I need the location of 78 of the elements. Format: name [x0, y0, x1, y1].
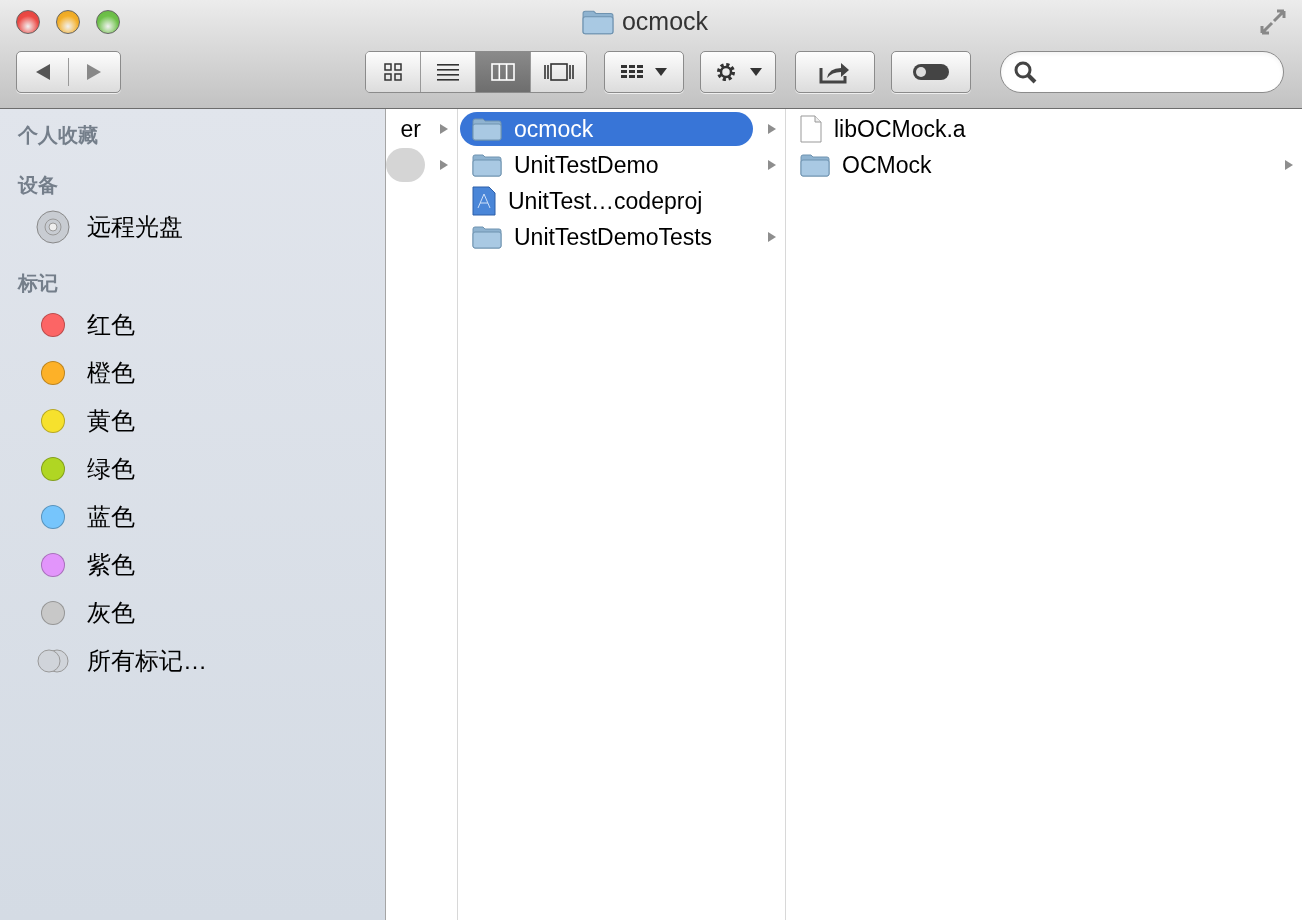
disclosure-triangle-icon[interactable] — [767, 231, 777, 243]
grid-icon — [621, 65, 643, 79]
view-mode-button[interactable] — [421, 52, 476, 92]
sidebar-item-label: 红色 — [87, 310, 135, 340]
sidebar-heading: 设备 — [18, 173, 59, 198]
toggle-icon — [912, 63, 950, 81]
share-icon — [819, 60, 851, 84]
view-mode-control[interactable] — [365, 51, 587, 93]
back-arrow-icon[interactable] — [34, 63, 52, 81]
search-field[interactable] — [1000, 51, 1284, 93]
file-name: UnitTestDemo — [514, 150, 659, 180]
disclosure-triangle-icon[interactable] — [439, 159, 449, 171]
sidebar-item-label: 蓝色 — [87, 502, 135, 532]
folder-icon — [581, 9, 614, 35]
sidebar-item-label: 远程光盘 — [87, 212, 183, 242]
caret-icon — [750, 68, 762, 76]
sidebar-item[interactable]: 绿色 — [18, 445, 385, 493]
zoom-button[interactable] — [96, 10, 120, 34]
sidebar-item[interactable]: 黄色 — [18, 397, 385, 445]
blueprint-document-icon — [472, 186, 496, 216]
sidebar-item-label: 所有标记… — [87, 646, 207, 676]
close-button[interactable] — [16, 10, 40, 34]
sidebar-item[interactable]: 所有标记… — [18, 637, 385, 685]
sidebar-item[interactable]: 蓝色 — [18, 493, 385, 541]
minimize-button[interactable] — [56, 10, 80, 34]
folder-icon — [472, 225, 502, 249]
arrange-button[interactable] — [604, 51, 684, 93]
icon-grid-icon — [383, 62, 403, 82]
disclosure-triangle-icon[interactable] — [767, 123, 777, 135]
folder-icon — [800, 153, 830, 177]
tags-button[interactable] — [891, 51, 971, 93]
disclosure-triangle-icon[interactable] — [439, 123, 449, 135]
folder-icon — [472, 153, 502, 177]
forward-arrow-icon[interactable] — [85, 63, 103, 81]
disclosure-triangle-icon[interactable] — [767, 159, 777, 171]
disclosure-triangle-icon[interactable] — [1284, 159, 1294, 171]
sidebar-item[interactable]: 紫色 — [18, 541, 385, 589]
caret-icon — [655, 68, 667, 76]
share-button[interactable] — [795, 51, 875, 93]
sidebar-item[interactable]: 灰色 — [18, 589, 385, 637]
file-row[interactable]: UnitTestDemoTests — [460, 220, 753, 254]
sidebar-heading: 个人收藏 — [18, 123, 99, 148]
file-row[interactable]: UnitTest…codeproj — [460, 184, 753, 218]
file-row[interactable]: libOCMock.a — [788, 112, 1270, 146]
list-icon — [437, 62, 459, 82]
file-row[interactable]: ocmock — [460, 112, 753, 146]
file-name: OCMock — [842, 150, 932, 180]
file-name: er — [400, 114, 421, 144]
columns-icon — [491, 63, 515, 81]
sidebar-heading: 标记 — [18, 271, 59, 296]
view-mode-button[interactable] — [366, 52, 421, 92]
overlapping-circles-icon — [36, 648, 70, 674]
search-icon — [1013, 60, 1037, 84]
fullscreen-icon[interactable] — [1260, 9, 1286, 35]
window-title: ocmock — [621, 6, 709, 38]
coverflow-icon — [543, 63, 574, 81]
disc-icon — [36, 210, 70, 244]
sidebar-item[interactable]: 红色 — [18, 301, 385, 349]
sidebar-item-label: 紫色 — [87, 550, 135, 580]
sidebar-item-label: 橙色 — [87, 358, 135, 388]
sidebar-item-label: 灰色 — [87, 598, 135, 628]
file-name: libOCMock.a — [834, 114, 966, 144]
file-row[interactable]: UnitTestDemo — [460, 148, 753, 182]
folder-icon — [472, 117, 502, 141]
action-button[interactable] — [700, 51, 776, 93]
gear-icon — [714, 60, 738, 84]
sidebar-item-label: 绿色 — [87, 454, 135, 484]
file-row[interactable]: er — [386, 112, 425, 146]
file-name: UnitTest…codeproj — [508, 186, 703, 216]
file-name: UnitTestDemoTests — [514, 222, 713, 252]
view-mode-button[interactable] — [531, 52, 586, 92]
sidebar-item-label: 黄色 — [87, 406, 135, 436]
file-name: ocmock — [514, 114, 594, 144]
back-forward-control[interactable] — [16, 51, 121, 93]
document-icon — [800, 115, 822, 143]
sidebar-item[interactable]: 橙色 — [18, 349, 385, 397]
file-row[interactable]: OCMock — [788, 148, 1270, 182]
sidebar-item[interactable]: 远程光盘 — [18, 203, 385, 251]
